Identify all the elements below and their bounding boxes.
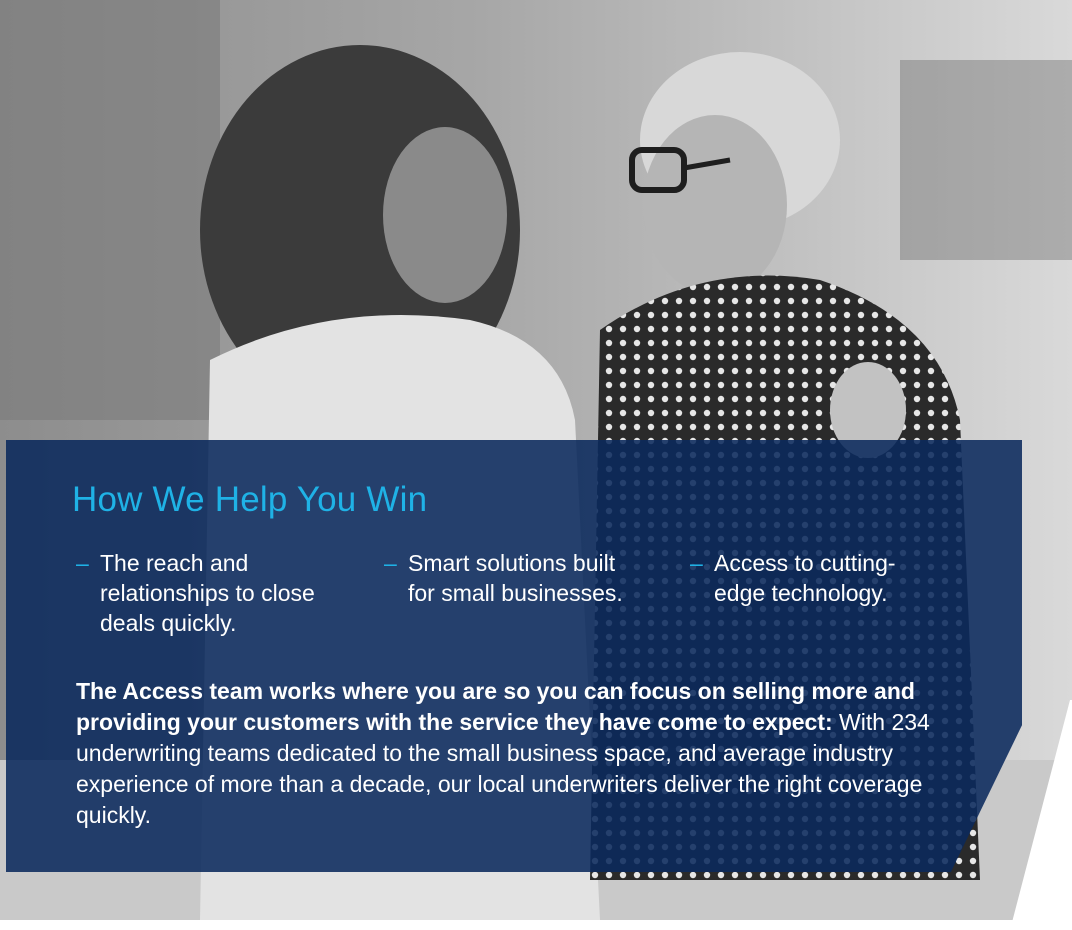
dash-marker: – bbox=[76, 550, 89, 576]
body-paragraph: The Access team works where you are so y… bbox=[76, 676, 956, 831]
benefit-list: – The reach and relationships to close d… bbox=[72, 548, 972, 668]
panel-heading: How We Help You Win bbox=[72, 480, 428, 519]
body-lead: The Access team works where you are so y… bbox=[76, 678, 915, 735]
benefit-item: – Access to cutting-edge technology. bbox=[686, 548, 914, 608]
decorative-slash bbox=[1010, 700, 1072, 930]
benefit-item: – The reach and relationships to close d… bbox=[72, 548, 360, 638]
dash-marker: – bbox=[690, 550, 703, 576]
benefit-text: Access to cutting-edge technology. bbox=[714, 550, 896, 606]
benefit-text: Smart solutions built for small business… bbox=[408, 550, 623, 606]
benefit-item: – Smart solutions built for small busine… bbox=[380, 548, 648, 608]
benefit-text: The reach and relationships to close dea… bbox=[100, 550, 315, 636]
dash-marker: – bbox=[384, 550, 397, 576]
